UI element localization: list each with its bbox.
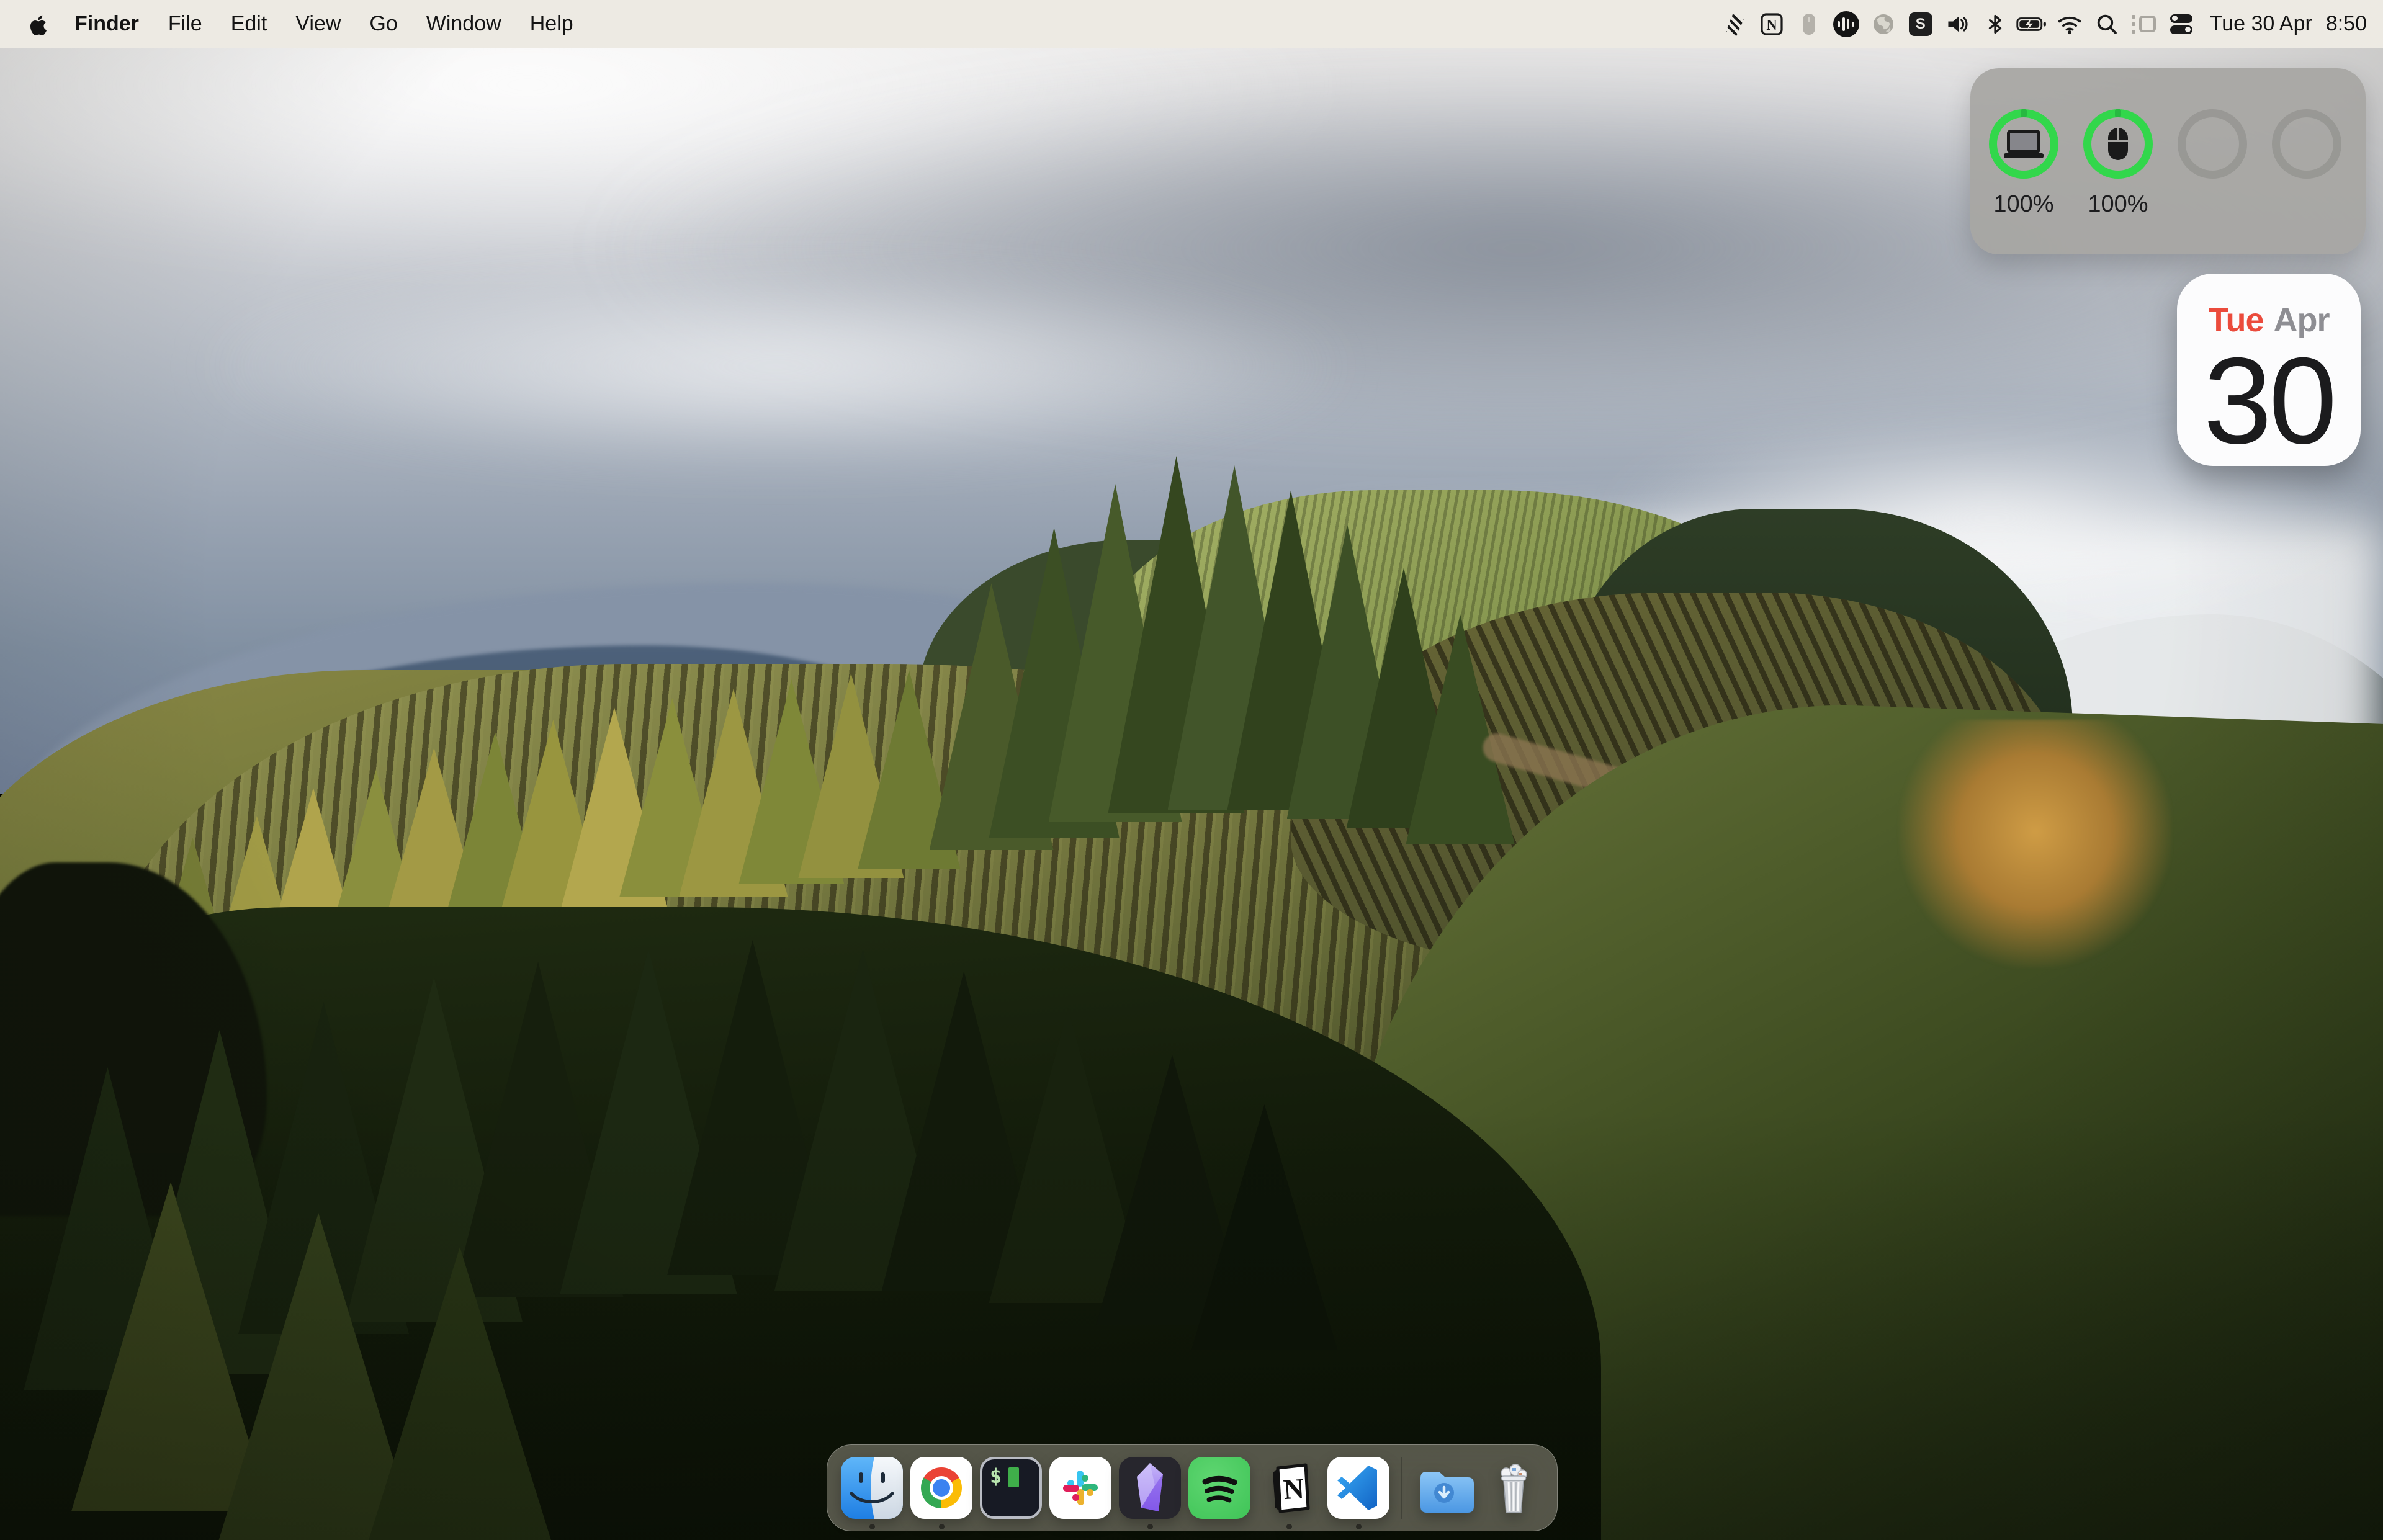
chrome-icon <box>910 1457 972 1519</box>
battery-percent <box>2178 191 2247 218</box>
vscode-icon <box>1327 1457 1389 1519</box>
dock-divider <box>1401 1457 1402 1519</box>
dock-app-obsidian[interactable] <box>1119 1457 1181 1519</box>
wifi-glyph <box>2057 14 2083 35</box>
calendar-widget[interactable]: Tue Apr 30 <box>2177 274 2361 466</box>
dock-app-notion[interactable]: N <box>1258 1457 1320 1519</box>
battery-ring <box>1989 109 2058 179</box>
dock: $ <box>827 1444 1558 1531</box>
dock-app-slack[interactable] <box>1049 1457 1111 1519</box>
menu-edit[interactable]: Edit <box>217 12 282 36</box>
battery-ring-empty <box>2272 109 2341 179</box>
dock-app-vscode[interactable] <box>1327 1457 1389 1519</box>
slack-menu-icon[interactable]: S <box>1902 0 1939 48</box>
battery-slot-laptop: 100% <box>1989 109 2058 218</box>
menu-window[interactable]: Window <box>412 12 516 36</box>
menu-bar-status: N S <box>1716 0 2367 48</box>
active-app-menu[interactable]: Finder <box>60 12 154 36</box>
stage-manager-icon[interactable] <box>2125 0 2163 48</box>
running-indicator <box>939 1524 945 1529</box>
menu-file[interactable]: File <box>154 12 217 36</box>
finder-icon <box>841 1457 903 1519</box>
trash-full-icon <box>1483 1457 1545 1519</box>
menu-bar: Finder File Edit View Go Window Help N S <box>0 0 2383 48</box>
menu-view[interactable]: View <box>281 12 355 36</box>
wifi-icon[interactable] <box>2051 0 2088 48</box>
dock-downloads-folder[interactable] <box>1413 1457 1475 1519</box>
battery-slot-empty <box>2178 109 2247 218</box>
battery-percent: 100% <box>2083 191 2153 218</box>
battery-percent <box>2272 191 2341 218</box>
notion-menu-icon[interactable]: N <box>1753 0 1790 48</box>
mouse-glyph <box>1803 14 1815 35</box>
notion-icon: N <box>1258 1457 1320 1519</box>
downloads-folder-icon <box>1413 1457 1475 1519</box>
bluetooth-icon[interactable] <box>1977 0 2014 48</box>
menu-go[interactable]: Go <box>355 12 411 36</box>
clock-date: Tue 30 Apr <box>2210 12 2312 36</box>
volume-icon[interactable] <box>1939 0 1977 48</box>
spotify-icon <box>1188 1457 1250 1519</box>
control-center-glyph <box>2170 14 2192 34</box>
dock-app-terminal[interactable]: $ <box>980 1457 1042 1519</box>
striped-cursor-glyph <box>1721 11 1748 37</box>
battery-slots: 100% 100% <box>1989 109 2341 218</box>
battery-percent: 100% <box>1989 191 2058 218</box>
running-indicator <box>1286 1524 1292 1529</box>
running-indicator <box>1356 1524 1362 1529</box>
desktop: Finder File Edit View Go Window Help N S <box>0 0 2383 1540</box>
batteries-widget[interactable]: 100% 100% <box>1970 68 2366 254</box>
battery-ring-empty <box>2178 109 2247 179</box>
battery-slot-empty <box>2272 109 2341 218</box>
striped-cursor-icon[interactable] <box>1716 0 1753 48</box>
menu-bar-clock[interactable]: Tue 30 Apr 8:50 <box>2200 12 2367 36</box>
control-center-icon[interactable] <box>2163 0 2200 48</box>
svg-text:N: N <box>1282 1472 1305 1505</box>
krisp-waveform-icon[interactable] <box>1828 0 1865 48</box>
apple-logo-icon <box>27 12 48 37</box>
spotlight-glyph <box>2095 12 2119 36</box>
svg-text:N: N <box>1766 17 1777 34</box>
menu-help[interactable]: Help <box>516 12 588 36</box>
globe-icon[interactable] <box>1865 0 1902 48</box>
running-indicator <box>869 1524 875 1529</box>
obsidian-icon <box>1119 1457 1181 1519</box>
dock-app-chrome[interactable] <box>910 1457 972 1519</box>
stage-manager-glyph <box>2132 15 2156 34</box>
notion-glyph: N <box>1759 12 1784 37</box>
battery-ring <box>2083 109 2153 179</box>
battery-slot-mouse: 100% <box>2083 109 2153 218</box>
volume-glyph <box>1945 12 1970 37</box>
battery-charging-icon[interactable] <box>2014 0 2051 48</box>
battery-glyph <box>2016 15 2049 34</box>
calendar-day: 30 <box>2177 344 2361 457</box>
terminal-icon: $ <box>980 1457 1042 1519</box>
waveform-glyph <box>1833 11 1859 37</box>
menu-bar-left: Finder File Edit View Go Window Help <box>16 12 588 37</box>
laptop-icon <box>2004 130 2044 158</box>
running-indicator <box>1147 1524 1153 1529</box>
globe-glyph <box>1871 12 1896 37</box>
slack-icon <box>1049 1457 1111 1519</box>
clock-time: 8:50 <box>2326 12 2367 36</box>
spotlight-icon[interactable] <box>2088 0 2125 48</box>
slack-glyph: S <box>1909 12 1932 36</box>
mouse-battery-icon[interactable] <box>1790 0 1828 48</box>
bluetooth-glyph <box>1985 12 2006 37</box>
dock-trash[interactable] <box>1483 1457 1545 1519</box>
dock-app-spotify[interactable] <box>1188 1457 1250 1519</box>
mouse-icon <box>2108 128 2128 160</box>
dock-app-finder[interactable] <box>841 1457 903 1519</box>
apple-menu[interactable] <box>16 12 60 37</box>
